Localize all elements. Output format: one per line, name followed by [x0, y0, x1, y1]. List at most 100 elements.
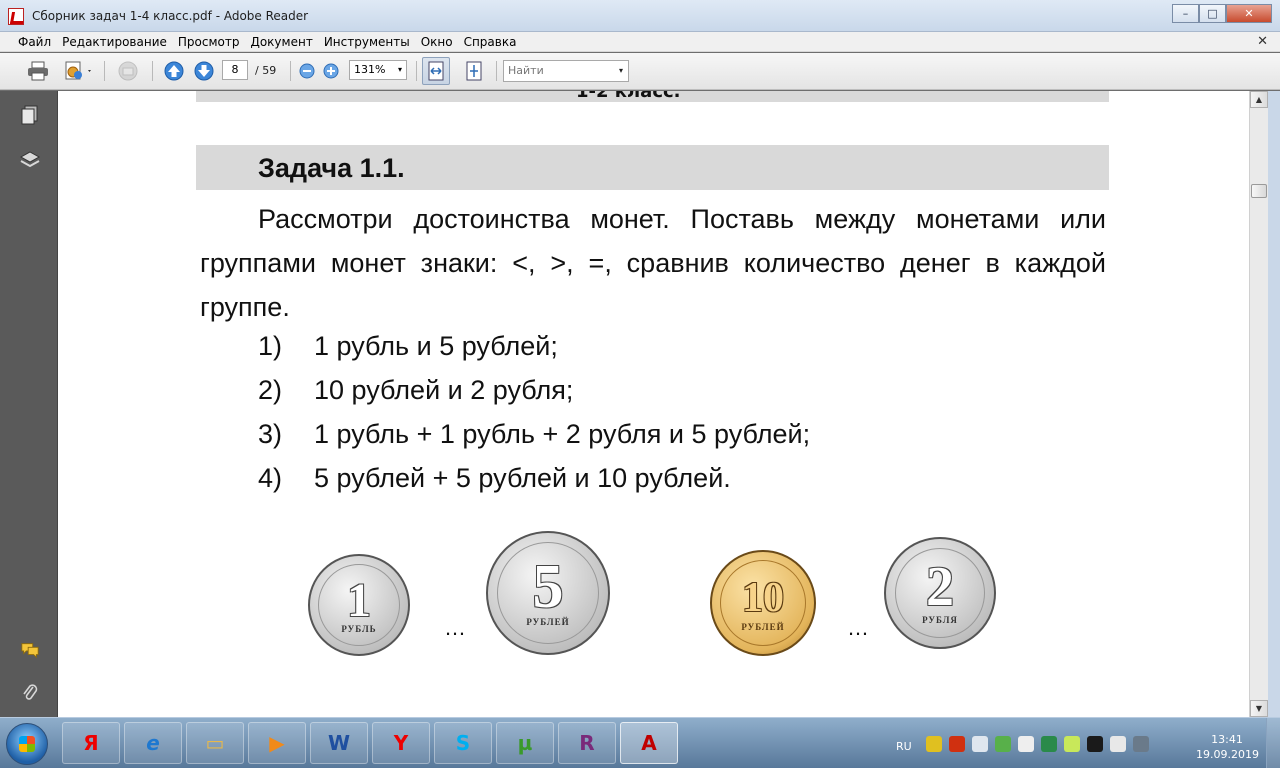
previous-page-button[interactable] — [162, 59, 186, 83]
document-close-button[interactable]: ✕ — [1257, 34, 1268, 49]
clock[interactable]: 13:41 19.09.2019 — [1196, 732, 1259, 762]
scroll-up-button[interactable]: ▲ — [1250, 91, 1268, 108]
scroll-down-button[interactable]: ▼ — [1250, 700, 1268, 717]
layers-icon — [20, 151, 40, 168]
clock-time: 13:41 — [1211, 733, 1243, 746]
coin-value: 2 — [926, 556, 954, 618]
zoom-out-button[interactable] — [298, 59, 316, 83]
menu-edit[interactable]: Редактирование — [62, 35, 167, 49]
clock-date: 19.09.2019 — [1196, 748, 1259, 761]
internet-explorer-icon: e — [146, 731, 160, 755]
minimize-button[interactable]: – — [1172, 4, 1199, 23]
antivirus-icon[interactable] — [1041, 735, 1057, 752]
next-page-button[interactable] — [192, 59, 216, 83]
bluetooth-icon[interactable] — [1087, 735, 1103, 752]
search-input[interactable]: Найти ▾ — [503, 60, 629, 82]
taskbar-yandex-browser[interactable]: Я — [62, 722, 120, 764]
menu-tools[interactable]: Инструменты — [324, 35, 410, 49]
chevron-down-icon: ▾ — [618, 66, 623, 75]
taskbar-internet-explorer[interactable]: e — [124, 722, 182, 764]
share-document-icon — [65, 61, 91, 80]
collaborate-button[interactable] — [60, 59, 96, 83]
list-item-text: 10 рублей и 2 рубля; — [314, 375, 574, 405]
pages-panel-button[interactable] — [20, 105, 40, 125]
taskbar-skype[interactable]: S — [434, 722, 492, 764]
network-icon[interactable] — [995, 735, 1011, 752]
list-item-text: 1 рубль + 1 рубль + 2 рубля и 5 рублей; — [314, 419, 811, 449]
taskbar-yandex[interactable]: Y — [372, 722, 430, 764]
fit-page-button[interactable] — [460, 59, 488, 83]
page-number-input[interactable]: 8 — [222, 60, 248, 80]
list-item-number: 2) — [258, 375, 283, 405]
language-indicator[interactable]: RU — [896, 740, 912, 753]
comments-panel-button[interactable] — [20, 640, 40, 660]
ccleaner-icon[interactable] — [949, 735, 965, 752]
document-page[interactable]: 1-2 класс. Задача 1.1. Рассмотри достоин… — [58, 91, 1249, 717]
battery-icon[interactable] — [1064, 735, 1080, 752]
winrar-icon: R — [579, 731, 595, 755]
previous-heading-text: 1-2 класс. — [576, 91, 681, 102]
arrow-down-icon — [194, 61, 214, 81]
show-desktop-button[interactable] — [1266, 718, 1280, 768]
window-title-bar: Сборник задач 1-4 класс.pdf - Adobe Read… — [0, 0, 1280, 32]
navigation-panel — [0, 91, 58, 717]
coin-label: РУБЛЕЙ — [741, 622, 785, 632]
previous-section-heading: 1-2 класс. — [196, 91, 1109, 102]
taskbar-media-player[interactable]: ▶ — [248, 722, 306, 764]
pages-icon — [21, 105, 38, 125]
menu-view[interactable]: Просмотр — [178, 35, 240, 49]
zoom-in-icon — [323, 63, 339, 79]
menu-help[interactable]: Справка — [464, 35, 517, 49]
coin-label: РУБЛЬ — [341, 624, 377, 634]
fit-page-icon — [466, 61, 482, 81]
list-item-text: 1 рубль и 5 рублей; — [314, 331, 558, 361]
system-tray — [926, 718, 1156, 768]
signal-icon[interactable] — [1133, 735, 1149, 752]
list-item-text: 5 рублей + 5 рублей и 10 рублей. — [314, 463, 731, 493]
zoom-value: 131% — [354, 63, 386, 76]
task-title: Задача 1.1. — [258, 153, 405, 183]
close-button[interactable]: ✕ — [1226, 4, 1272, 23]
layers-panel-button[interactable] — [20, 149, 40, 169]
task-description: Рассмотри достоинства монет. Поставь меж… — [200, 204, 1106, 322]
taskbar-word[interactable]: W — [310, 722, 368, 764]
start-button[interactable] — [6, 723, 48, 765]
word-icon: W — [327, 731, 351, 755]
email-button[interactable] — [114, 59, 142, 83]
adobe-pdf-icon — [8, 8, 24, 25]
coin-10-rubles: 10 РУБЛЕЙ — [710, 550, 816, 656]
coin-value: 10 — [742, 575, 784, 621]
coin-2-rubles: 2 РУБЛЯ — [884, 537, 996, 649]
action-center-flag-icon[interactable] — [1018, 735, 1034, 752]
yandex-icon: Y — [393, 731, 409, 755]
menu-window[interactable]: Окно — [421, 35, 453, 49]
shield-icon[interactable] — [926, 735, 942, 752]
zoom-in-button[interactable] — [322, 59, 340, 83]
page-count: / 59 — [255, 64, 277, 77]
search-placeholder: Найти — [508, 64, 544, 77]
print-button[interactable] — [24, 59, 52, 83]
menu-document[interactable]: Документ — [250, 35, 312, 49]
taskbar-utorrent[interactable]: µ — [496, 722, 554, 764]
maximize-button[interactable]: □ — [1199, 4, 1226, 23]
vertical-scrollbar[interactable]: ▲ ▼ — [1249, 91, 1268, 717]
coin-label: РУБЛЯ — [922, 615, 958, 625]
speaker-icon[interactable] — [972, 735, 988, 752]
scrollbar-thumb[interactable] — [1251, 184, 1267, 198]
attachments-panel-button[interactable] — [20, 682, 40, 702]
menu-file[interactable]: Файл — [18, 35, 51, 49]
taskbar-file-explorer[interactable]: ▭ — [186, 722, 244, 764]
taskbar-adobe-reader[interactable]: A — [620, 722, 678, 764]
chevron-down-icon: ▾ — [397, 65, 402, 74]
comments-icon — [21, 643, 39, 659]
adobe-reader-icon: A — [641, 731, 657, 755]
list-item-number: 4) — [258, 463, 283, 493]
coin-5-rubles: 5 РУБЛЕЙ — [486, 531, 610, 655]
coin-value: 5 — [532, 552, 564, 621]
toolbar-separator — [152, 61, 153, 81]
fit-width-button[interactable] — [422, 57, 450, 85]
taskbar-winrar[interactable]: R — [558, 722, 616, 764]
usb-device-icon[interactable] — [1110, 735, 1126, 752]
email-globe-icon — [118, 61, 138, 81]
zoom-select[interactable]: 131% ▾ — [349, 60, 407, 80]
